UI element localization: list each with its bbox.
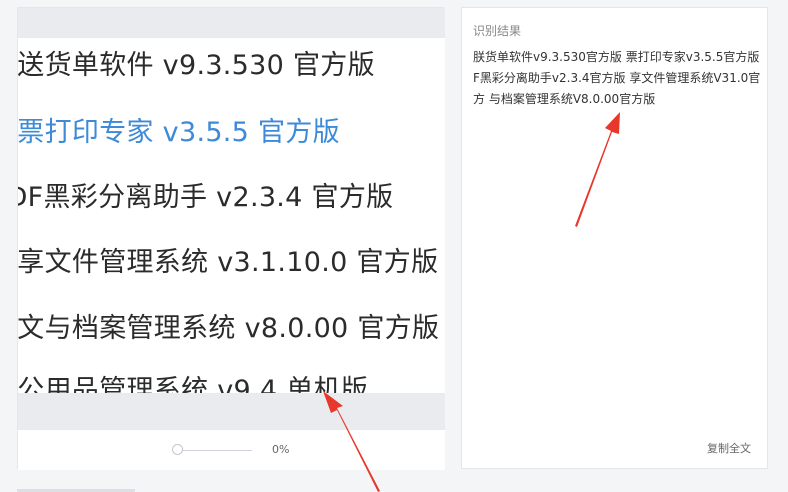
- red-arrow-icon: [323, 391, 380, 492]
- image-text-line: 办公用品管理系统 v9.4 单机版: [18, 375, 369, 393]
- image-text-line: PDF黑彩分离助手 v2.3.4 官方版: [18, 182, 394, 213]
- copy-all-button[interactable]: 复制全文: [707, 440, 751, 456]
- image-text-line: 公文与档案管理系统 v8.0.00 官方版: [18, 313, 440, 344]
- arrow-shape: [323, 391, 380, 492]
- zoom-percentage: 0%: [272, 443, 290, 456]
- image-text-line-highlighted: 发票打印专家 v3.5.5 官方版: [18, 117, 340, 148]
- red-arrow-icon: [575, 112, 620, 227]
- arrow-shape: [575, 112, 620, 227]
- result-text[interactable]: 朕货单软件v9.3.530官方版 票打印专家v3.5.5官方版 F黑彩分离助手v…: [473, 47, 763, 110]
- source-image: 联送货单软件 v9.3.530 官方版 发票打印专家 v3.5.5 官方版 PD…: [18, 38, 445, 393]
- result-panel: 识别结果 朕货单软件v9.3.530官方版 票打印专家v3.5.5官方版 F黑彩…: [461, 7, 768, 469]
- result-title: 识别结果: [473, 24, 522, 38]
- image-text-line: 共享文件管理系统 v3.1.10.0 官方版: [18, 247, 439, 278]
- zoom-slider-track[interactable]: [174, 450, 252, 451]
- image-text-line: 联送货单软件 v9.3.530 官方版: [18, 50, 375, 81]
- image-viewport[interactable]: 联送货单软件 v9.3.530 官方版 发票打印专家 v3.5.5 官方版 PD…: [18, 8, 445, 430]
- zoom-slider-handle[interactable]: [172, 444, 183, 455]
